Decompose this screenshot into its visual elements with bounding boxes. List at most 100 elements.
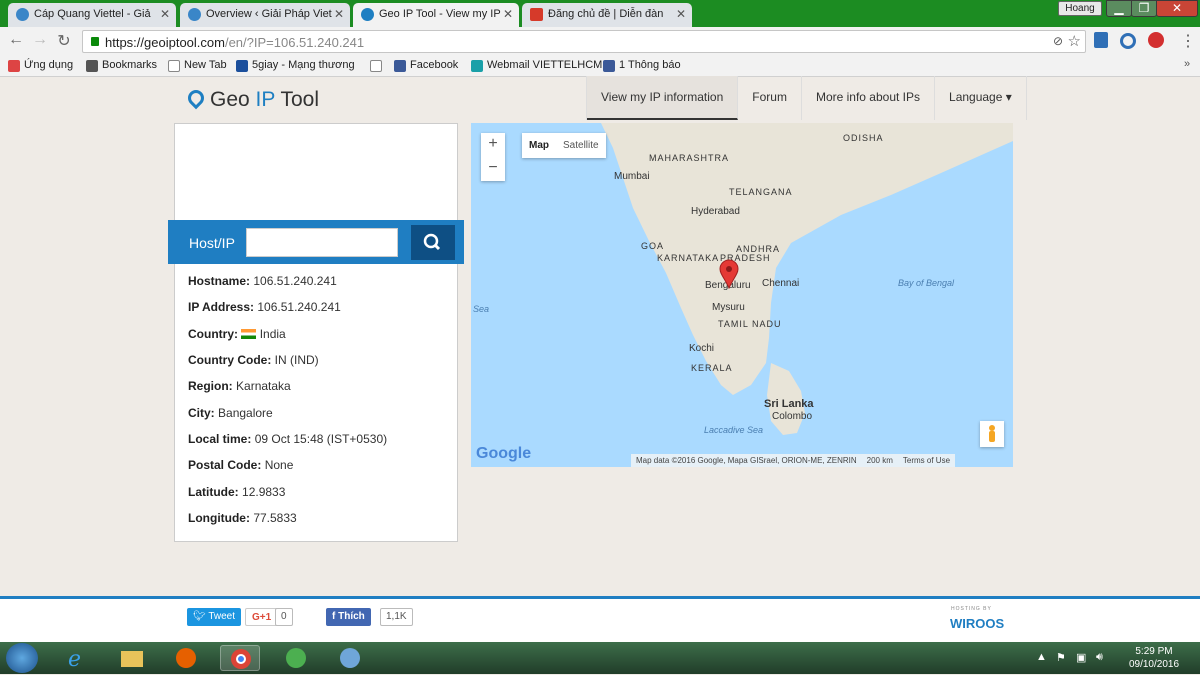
bookmark-5giay[interactable]: 5giay - Mạng thương (236, 59, 355, 72)
more-bookmarks-icon[interactable]: » (1184, 58, 1190, 70)
url-input[interactable]: https://geoiptool.com/en/?IP=106.51.240.… (82, 30, 1086, 53)
menu-icon[interactable]: ⋮ (1180, 31, 1196, 51)
map-type-satellite-button[interactable]: Satellite (556, 133, 606, 158)
browser-tab-4[interactable]: Đăng chủ đề | Diễn đàn ✕ (522, 3, 692, 27)
bookmarks-bar: Ứng dụng Bookmarks New Tab 5giay - Mạng … (0, 56, 1200, 77)
info-city: City: Bangalore (188, 406, 273, 420)
map-label: Bay of Bengal (898, 278, 955, 288)
site-logo[interactable]: Geo IP Tool (184, 86, 319, 112)
map-label: TELANGANA (729, 187, 793, 197)
close-tab-icon[interactable]: ✕ (503, 3, 513, 25)
show-hidden-icons[interactable]: ▲ (1036, 651, 1047, 663)
facebook-icon (603, 60, 615, 72)
bookmark-label: New Tab (184, 59, 227, 71)
chrome-icon[interactable] (220, 645, 260, 671)
info-value: Bangalore (218, 406, 273, 420)
info-value: IN (IND) (274, 353, 319, 367)
zoom-out-button[interactable]: − (481, 157, 505, 181)
browser-tab-1[interactable]: Cáp Quang Viettel - Giả ✕ (8, 3, 176, 27)
logo-tool: Tool (275, 88, 319, 111)
nav-more-info[interactable]: More info about IPs (802, 76, 936, 120)
minimize-icon[interactable]: ▁ (1106, 0, 1132, 17)
extension-icon[interactable] (1094, 32, 1108, 48)
windows-start-icon[interactable] (6, 643, 38, 673)
reload-icon[interactable]: ↻ (54, 31, 74, 51)
info-label: Country: (188, 327, 238, 341)
bookmark-label: Bookmarks (102, 59, 158, 71)
location-marker-icon[interactable] (719, 259, 739, 289)
forward-icon[interactable]: → (30, 31, 50, 49)
tab-title: Overview ‹ Giải Pháp Viet (206, 8, 332, 20)
info-country: Country: India (188, 327, 286, 341)
bookmark-star-icon[interactable]: ☆ (1068, 32, 1081, 50)
profile-user-badge[interactable]: Hoang (1058, 1, 1102, 16)
coccoc-icon[interactable] (276, 645, 316, 671)
map-label: Hyderabad (691, 206, 740, 217)
facebook-like-button[interactable]: f Thích (326, 608, 371, 626)
location-map[interactable]: ODISHA MAHARASHTRA Mumbai TELANGANA Hyde… (471, 123, 1013, 467)
close-tab-icon[interactable]: ✕ (160, 3, 170, 25)
info-label: Region: (188, 379, 233, 393)
tab-title: Geo IP Tool - View my IP (379, 8, 501, 20)
info-value: 09 Oct 15:48 (IST+0530) (254, 432, 388, 446)
map-data-credit: Map data ©2016 Google, Mapa GISrael, ORI… (636, 456, 857, 465)
blocked-popup-icon[interactable]: ⊘ (1053, 34, 1063, 48)
map-type-map-button[interactable]: Map (522, 133, 556, 158)
zoom-in-button[interactable]: + (481, 133, 505, 157)
network-icon[interactable]: ▣ (1076, 651, 1086, 664)
map-label: Sri Lanka (764, 398, 814, 410)
bookmark-apps[interactable]: Ứng dụng (8, 59, 73, 72)
wiroos-logo[interactable]: WIROOS (950, 616, 1004, 631)
lock-icon (91, 37, 99, 46)
maximize-icon[interactable]: ❐ (1131, 0, 1157, 17)
back-icon[interactable]: ← (6, 31, 26, 49)
bookmark-facebook[interactable]: Facebook (394, 59, 459, 72)
adblock-icon[interactable] (1148, 32, 1164, 48)
info-value: India (259, 327, 286, 341)
nav-language[interactable]: Language ▾ (935, 76, 1027, 120)
nav-view-my-ip[interactable]: View my IP information (587, 76, 739, 120)
extension-icon[interactable] (1120, 33, 1136, 49)
map-label: ODISHA (843, 133, 884, 143)
info-region: Region: Karnataka (188, 379, 291, 393)
info-label: City: (188, 406, 215, 420)
windows-taskbar: e ▲ ⚑ ▣ 🔊︎ 5:29 PM 09/10/2016 (0, 642, 1200, 674)
internet-explorer-icon[interactable]: e (56, 645, 96, 672)
map-scale[interactable]: 200 km (862, 454, 898, 467)
address-bar-row: ← → ↻ https://geoiptool.com/en/?IP=106.5… (0, 27, 1200, 56)
map-terms-link[interactable]: Terms of Use (898, 454, 955, 467)
tweet-button[interactable]: 🐦︎ Tweet (187, 608, 241, 626)
browser-tab-2[interactable]: Overview ‹ Giải Pháp Viet ✕ (180, 3, 350, 27)
search-button[interactable] (411, 225, 455, 260)
system-clock[interactable]: 5:29 PM 09/10/2016 (1122, 645, 1186, 671)
firefox-icon[interactable] (166, 645, 206, 671)
file-explorer-icon[interactable] (112, 645, 152, 671)
volume-icon[interactable]: 🔊︎ (1096, 651, 1103, 664)
india-flag-icon (241, 329, 257, 339)
bookmark-webmail[interactable]: Webmail VIETTELHCM (471, 59, 602, 72)
map-label: Chennai (762, 278, 800, 289)
star-icon (86, 60, 98, 72)
bookmark-label: Facebook (410, 59, 459, 71)
close-window-icon[interactable]: ✕ (1156, 0, 1198, 17)
google-logo[interactable]: Google (476, 445, 531, 463)
map-label: KARNATAKA (657, 253, 720, 263)
browser-tab-3[interactable]: Geo IP Tool - View my IP ✕ (353, 3, 519, 28)
map-label: MAHARASHTRA (649, 153, 730, 163)
browser-tab-bar: Cáp Quang Viettel - Giả ✕ Overview ‹ Giả… (0, 0, 1200, 28)
host-ip-input[interactable] (246, 228, 398, 257)
map-label: TAMIL NADU (718, 319, 782, 329)
close-tab-icon[interactable]: ✕ (334, 3, 344, 25)
info-label: IP Address: (188, 300, 255, 314)
action-center-icon[interactable]: ⚑ (1056, 651, 1066, 664)
street-view-pegman-icon[interactable] (980, 421, 1004, 447)
close-tab-icon[interactable]: ✕ (676, 3, 686, 25)
bookmark-bookmarks[interactable]: Bookmarks (86, 59, 158, 72)
bookmark-notifications[interactable]: 1 Thông báo (603, 59, 681, 72)
mail-app-icon[interactable] (330, 645, 370, 671)
like-label: Thích (338, 611, 365, 622)
google-plus-button[interactable]: G+1 (245, 608, 279, 626)
bookmark-new-tab[interactable]: New Tab (168, 59, 227, 72)
info-label: Hostname: (188, 274, 251, 288)
nav-forum[interactable]: Forum (738, 76, 802, 120)
